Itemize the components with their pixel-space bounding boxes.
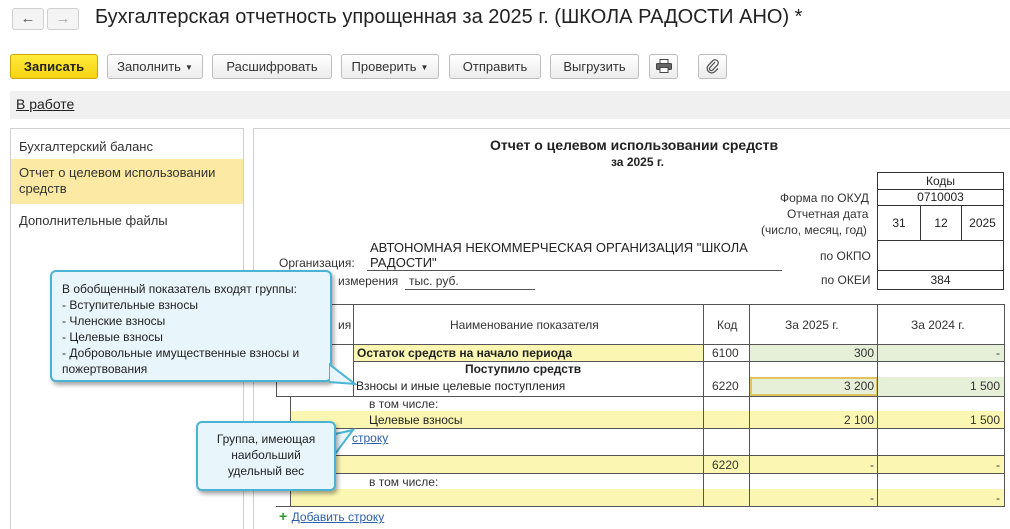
target-2025[interactable]: 2 100 — [750, 413, 878, 427]
okei-label: по ОКЕИ — [821, 273, 871, 287]
report-date-label: Отчетная дата — [787, 207, 869, 221]
incl-label: в том числе: — [369, 397, 439, 411]
contrib-2024[interactable]: 1 500 — [877, 379, 1004, 393]
sidebar-item-additional-files[interactable]: Дополнительные файлы — [11, 207, 243, 235]
send-button[interactable]: Отправить — [449, 54, 541, 79]
weight-tooltip-pointer — [334, 428, 356, 457]
back-button[interactable]: ← — [12, 8, 44, 30]
okpo-value[interactable] — [877, 240, 1004, 271]
weight-tooltip: Группа, имеющая наибольший удельный вес — [196, 421, 336, 491]
org-underline — [367, 270, 782, 271]
date-day[interactable]: 31 — [877, 205, 921, 241]
report-subtitle: за 2025 г. — [611, 155, 664, 169]
arrow-left-icon: ← — [20, 10, 36, 27]
paperclip-icon — [706, 59, 719, 74]
col-code-header: Код — [717, 318, 738, 332]
dropdown-arrow-icon: ▼ — [184, 63, 193, 72]
dropdown-arrow-icon: ▼ — [420, 63, 429, 72]
codes-header: Коды — [877, 172, 1004, 190]
printer-icon — [655, 59, 672, 73]
unit-underline — [405, 289, 535, 290]
decode-button[interactable]: Расшифровать — [212, 54, 332, 79]
date-year[interactable]: 2025 — [961, 205, 1004, 241]
unit-value[interactable]: тыс. руб. — [409, 274, 459, 288]
received-heading: Поступило средств — [465, 362, 582, 376]
opening-name: Остаток средств на начало периода — [357, 346, 573, 360]
check-button[interactable]: Проверить ▼ — [341, 54, 439, 79]
col-2024-header: За 2024 г. — [911, 318, 965, 332]
opening-2025[interactable]: 300 — [750, 346, 878, 360]
groups-tooltip-pointer — [329, 362, 357, 386]
col-note-header: ия — [338, 318, 352, 332]
report-title: Отчет о целевом использовании средств — [490, 137, 779, 153]
status-bar — [10, 91, 1010, 119]
col-name-header: Наименование показателя — [450, 318, 599, 332]
forward-button[interactable]: → — [47, 8, 79, 30]
unit-label: измерения — [338, 274, 399, 288]
second-sub-2025[interactable]: - — [750, 491, 878, 505]
okud-label: Форма по ОКУД — [780, 191, 869, 205]
contrib-name: Взносы и иные целевые поступления — [356, 379, 566, 393]
report-date-hint: (число, месяц, год) — [761, 223, 867, 237]
add-row-button[interactable]: + Добавить строку — [279, 508, 384, 526]
okpo-label: по ОКПО — [820, 249, 871, 263]
contrib-code: 6220 — [712, 379, 739, 393]
target-2024[interactable]: 1 500 — [877, 413, 1004, 427]
okei-value: 384 — [877, 270, 1004, 290]
sidebar-item-balance[interactable]: Бухгалтерский баланс — [11, 133, 243, 161]
fill-button[interactable]: Заполнить ▼ — [107, 54, 203, 79]
opening-2024[interactable]: - — [877, 346, 1004, 360]
org-label: Организация: — [279, 256, 355, 270]
add-row-link[interactable]: строку — [352, 431, 388, 445]
date-month[interactable]: 12 — [920, 205, 962, 241]
org-name[interactable]: АВТОНОМНАЯ НЕКОММЕРЧЕСКАЯ ОРГАНИЗАЦИЯ "Ш… — [370, 240, 780, 270]
plus-icon: + — [279, 508, 288, 524]
groups-tooltip: В обобщенный показатель входят группы: -… — [50, 270, 332, 382]
print-button[interactable] — [649, 54, 678, 79]
col-2025-header: За 2025 г. — [785, 318, 839, 332]
contrib-2025[interactable]: 3 200 — [750, 379, 878, 393]
target-name[interactable]: Целевые взносы — [369, 413, 463, 427]
opening-code: 6100 — [712, 346, 739, 360]
sidebar-item-target-use[interactable]: Отчет о целевом использовании средств — [11, 159, 243, 204]
attach-button[interactable] — [698, 54, 727, 79]
status-link[interactable]: В работе — [16, 96, 74, 112]
okud-value: 0710003 — [877, 189, 1004, 206]
export-button[interactable]: Выгрузить — [550, 54, 639, 79]
save-button[interactable]: Записать — [10, 54, 98, 79]
second-2025[interactable]: - — [750, 458, 878, 472]
incl-label-2: в том числе: — [369, 475, 439, 489]
second-2024[interactable]: - — [877, 458, 1004, 472]
arrow-right-icon: → — [55, 10, 71, 27]
second-sub-2024[interactable]: - — [877, 491, 1004, 505]
window-title: Бухгалтерская отчетность упрощенная за 2… — [95, 6, 803, 28]
second-code: 6220 — [712, 458, 739, 472]
